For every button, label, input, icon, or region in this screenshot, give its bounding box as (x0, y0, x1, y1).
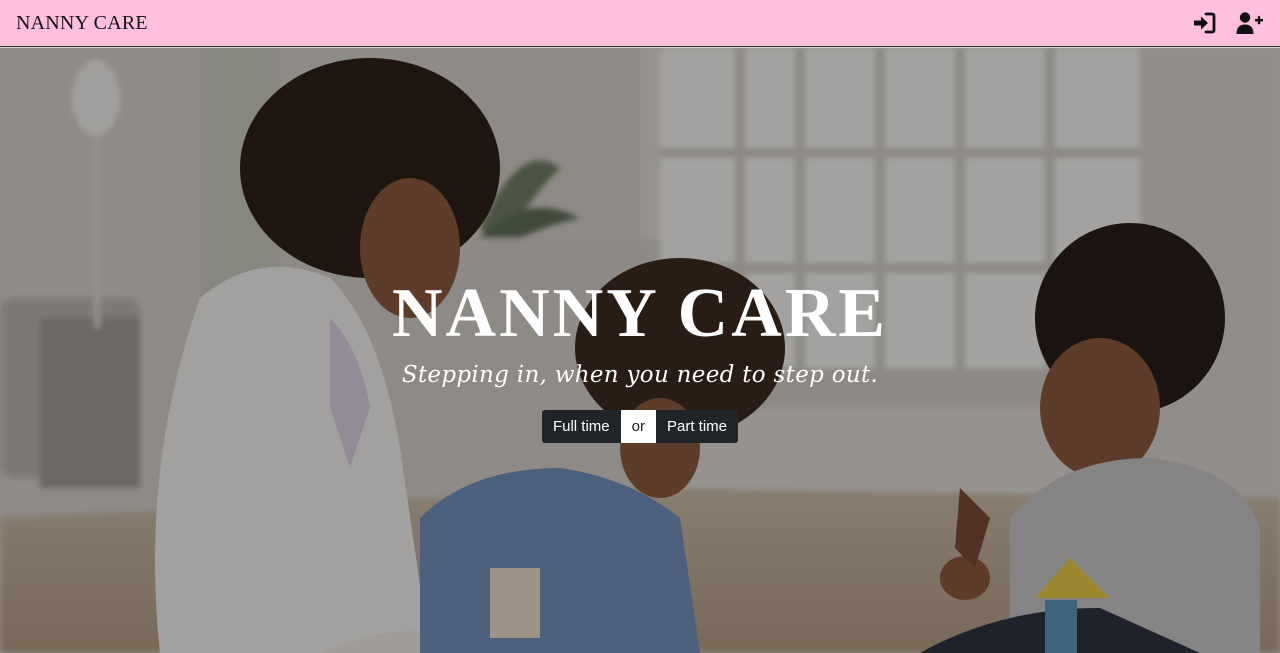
login-button[interactable] (1190, 9, 1218, 37)
full-time-button[interactable]: Full time (541, 410, 621, 443)
or-separator: or (620, 410, 656, 443)
nav-actions (1190, 9, 1264, 37)
user-plus-icon (1236, 12, 1263, 34)
register-button[interactable] (1236, 9, 1264, 37)
hero-section: NANNY CARE Stepping in, when you need to… (0, 48, 1280, 653)
hero-title: NANNY CARE (391, 275, 888, 352)
hero-content: NANNY CARE Stepping in, when you need to… (0, 276, 1280, 443)
availability-button-group: Full time or Part time (541, 410, 739, 443)
brand-logo[interactable]: NANNY CARE (16, 12, 148, 35)
part-time-button[interactable]: Part time (656, 410, 739, 443)
navbar: NANNY CARE (0, 0, 1280, 47)
hero-subtitle: Stepping in, when you need to step out. (401, 362, 879, 388)
sign-in-icon (1194, 12, 1216, 34)
